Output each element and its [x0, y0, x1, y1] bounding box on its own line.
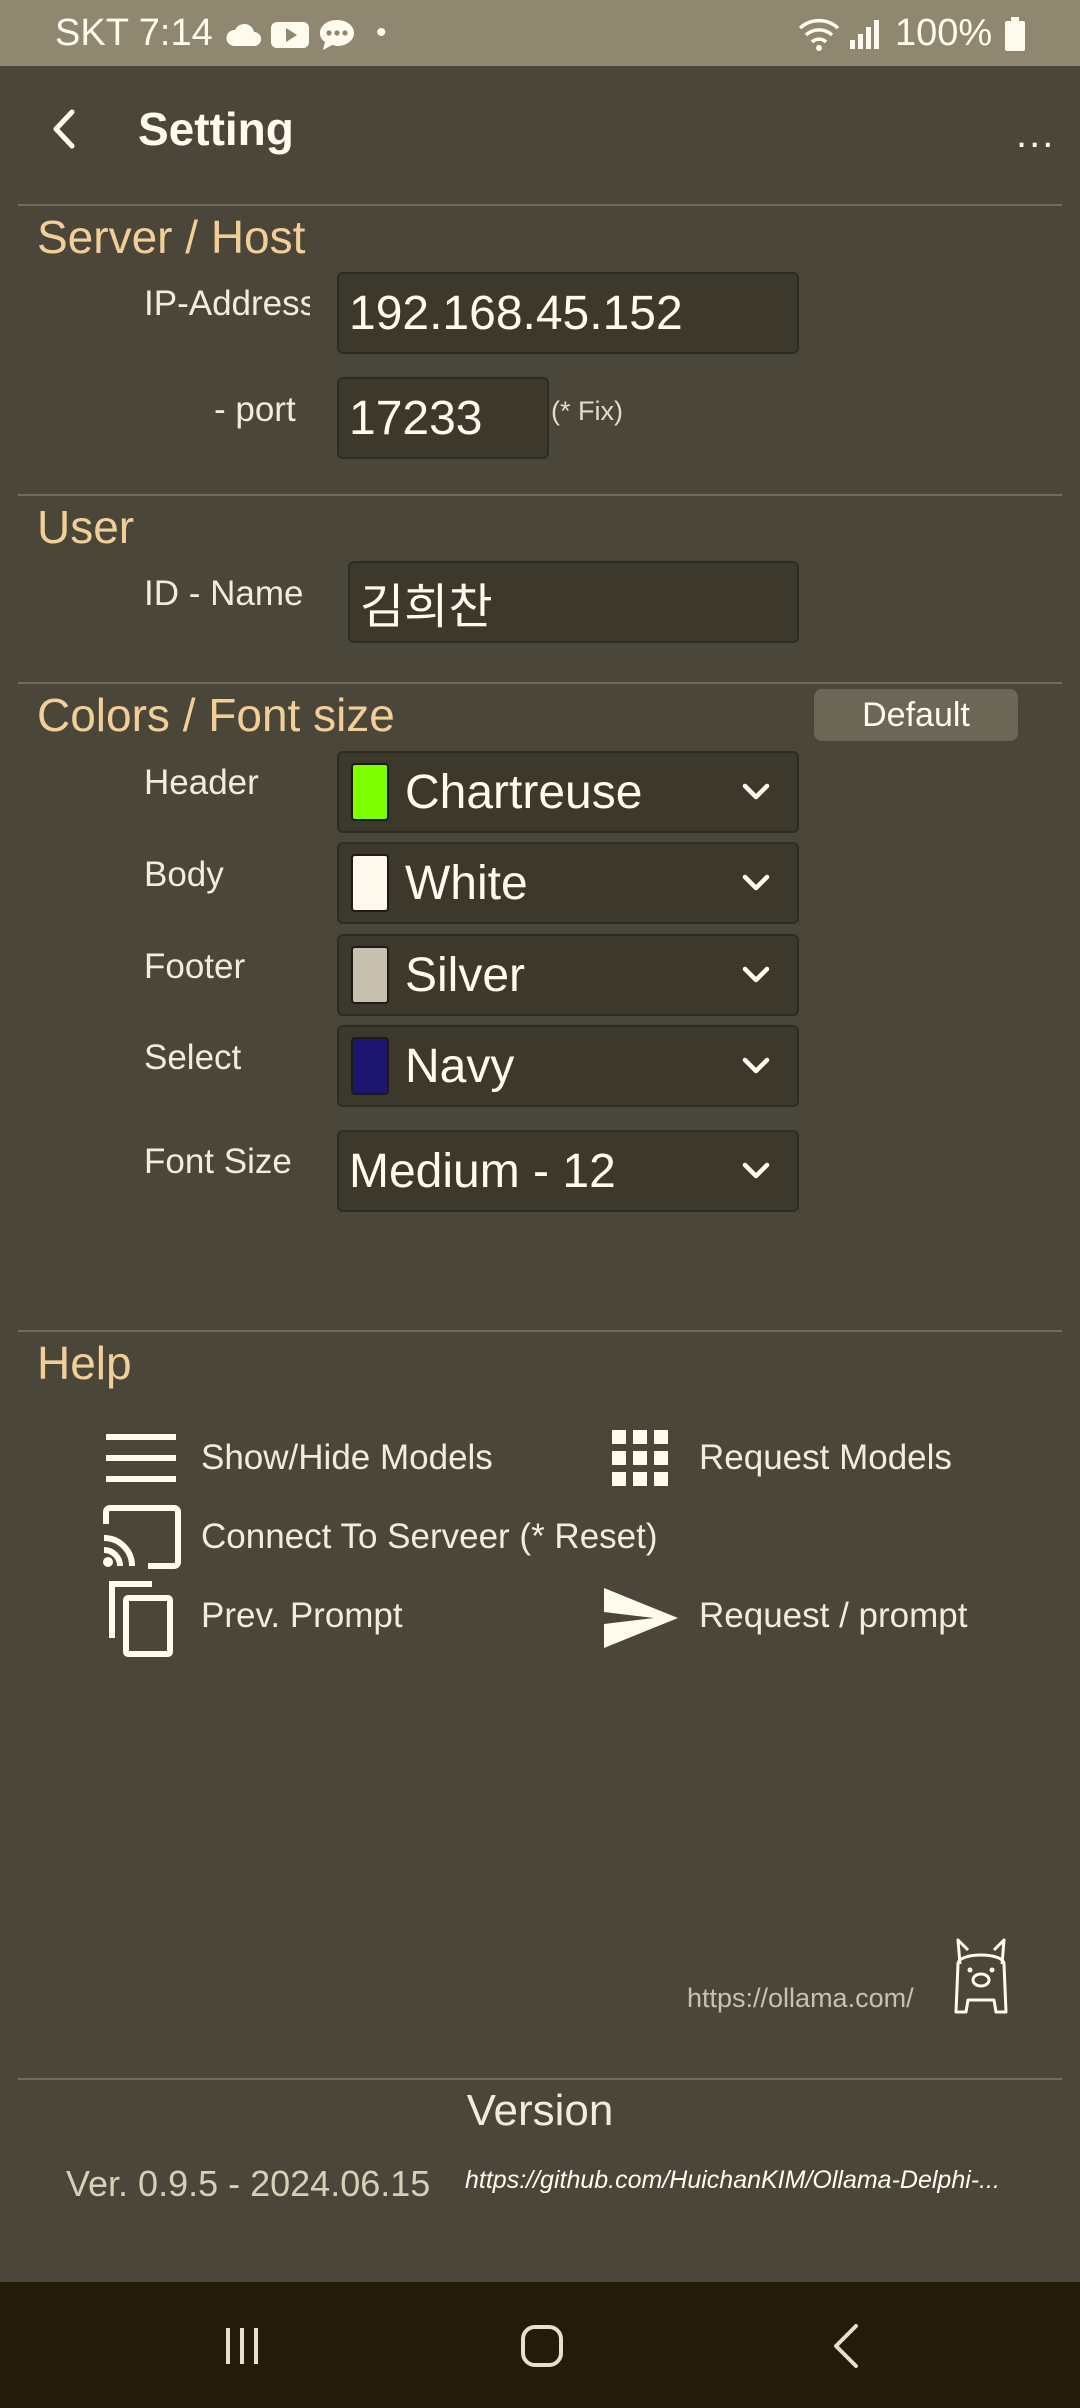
- default-button[interactable]: Default: [814, 689, 1018, 741]
- select-color-value: Navy: [405, 1039, 515, 1093]
- wifi-icon: [798, 18, 840, 51]
- chevron-down-icon: [742, 1057, 770, 1074]
- more-options-button[interactable]: ...: [1016, 112, 1055, 157]
- battery-percent: 100%: [895, 12, 993, 54]
- divider: [18, 204, 1062, 206]
- font-size-select[interactable]: Medium - 12: [337, 1130, 799, 1212]
- font-size-label: Font Size: [144, 1142, 292, 1181]
- system-nav-bar: [0, 2282, 1080, 2408]
- section-title-user: User: [37, 501, 135, 553]
- color-swatch: [351, 763, 389, 821]
- divider: [18, 682, 1062, 684]
- ip-address-input[interactable]: 192.168.45.152: [337, 272, 799, 354]
- back-arrow-icon[interactable]: [44, 104, 84, 154]
- section-title-colors: Colors / Font size: [37, 689, 395, 741]
- select-color-label: Select: [144, 1038, 242, 1077]
- ip-address-label: IP-Address: [144, 284, 310, 323]
- help-show-hide-models: Show/Hide Models: [201, 1438, 493, 1477]
- port-input[interactable]: 17233: [337, 377, 549, 459]
- copy-icon: [109, 1581, 173, 1657]
- font-size-value: Medium - 12: [349, 1144, 616, 1198]
- battery-icon: [1005, 17, 1025, 51]
- carrier-time: SKT 7:14: [55, 12, 213, 54]
- section-title-server: Server / Host: [37, 211, 306, 263]
- llama-logo-icon: [954, 1938, 1008, 2014]
- footer-color-label: Footer: [144, 947, 246, 986]
- help-connect-to-server: Connect To Serveer (* Reset): [201, 1517, 658, 1556]
- status-bar: SKT 7:14 • 100%: [0, 0, 1080, 66]
- help-request-models: Request Models: [699, 1438, 952, 1477]
- body-color-label: Body: [144, 855, 224, 894]
- version-title: Version: [466, 2086, 614, 2135]
- divider: [18, 2078, 1062, 2080]
- grid-icon: [612, 1430, 668, 1486]
- signal-icon: [850, 20, 879, 49]
- recent-apps-icon[interactable]: [220, 2324, 264, 2368]
- body-color-select[interactable]: White: [337, 842, 799, 924]
- page-title: Setting: [138, 103, 294, 155]
- id-name-label: ID - Name: [144, 574, 304, 613]
- chevron-down-icon: [742, 1162, 770, 1179]
- color-swatch: [351, 854, 389, 912]
- port-fix-note: (* Fix): [551, 396, 623, 426]
- cast-icon: [103, 1505, 181, 1569]
- header-color-select[interactable]: Chartreuse: [337, 751, 799, 833]
- ip-address-value: 192.168.45.152: [349, 286, 683, 340]
- version-value: Ver. 0.9.5 - 2024.06.15: [66, 2163, 431, 2204]
- port-label: - port: [214, 390, 296, 429]
- divider: [18, 494, 1062, 496]
- footer-color-value: Silver: [405, 948, 526, 1002]
- select-color-select[interactable]: Navy: [337, 1025, 799, 1107]
- notification-dot: •: [376, 16, 387, 49]
- chevron-down-icon: [742, 966, 770, 983]
- chat-bubble-icon: [320, 20, 354, 50]
- send-icon: [604, 1588, 678, 1648]
- nav-back-icon[interactable]: [826, 2322, 866, 2370]
- youtube-icon: [271, 22, 309, 48]
- help-prev-prompt: Prev. Prompt: [201, 1596, 403, 1635]
- chevron-down-icon: [742, 874, 770, 891]
- footer-color-select[interactable]: Silver: [337, 934, 799, 1016]
- color-swatch: [351, 1037, 389, 1095]
- chevron-down-icon: [742, 783, 770, 800]
- help-request-prompt: Request / prompt: [699, 1596, 968, 1635]
- divider: [18, 1330, 1062, 1332]
- cloud-icon: [226, 23, 261, 46]
- header-color-value: Chartreuse: [405, 765, 643, 819]
- id-name-value: 김희찬: [360, 581, 493, 634]
- section-title-help: Help: [37, 1337, 132, 1389]
- home-icon[interactable]: [518, 2322, 566, 2370]
- color-swatch: [351, 946, 389, 1004]
- id-name-input[interactable]: 김희찬: [348, 561, 799, 643]
- port-value: 17233: [349, 391, 483, 445]
- body-color-value: White: [405, 856, 528, 910]
- github-link[interactable]: https://github.com/HuichanKIM/Ollama-Del…: [465, 2166, 1000, 2195]
- menu-icon: [106, 1434, 176, 1482]
- ollama-link[interactable]: https://ollama.com/: [687, 1983, 914, 2014]
- header-color-label: Header: [144, 763, 259, 802]
